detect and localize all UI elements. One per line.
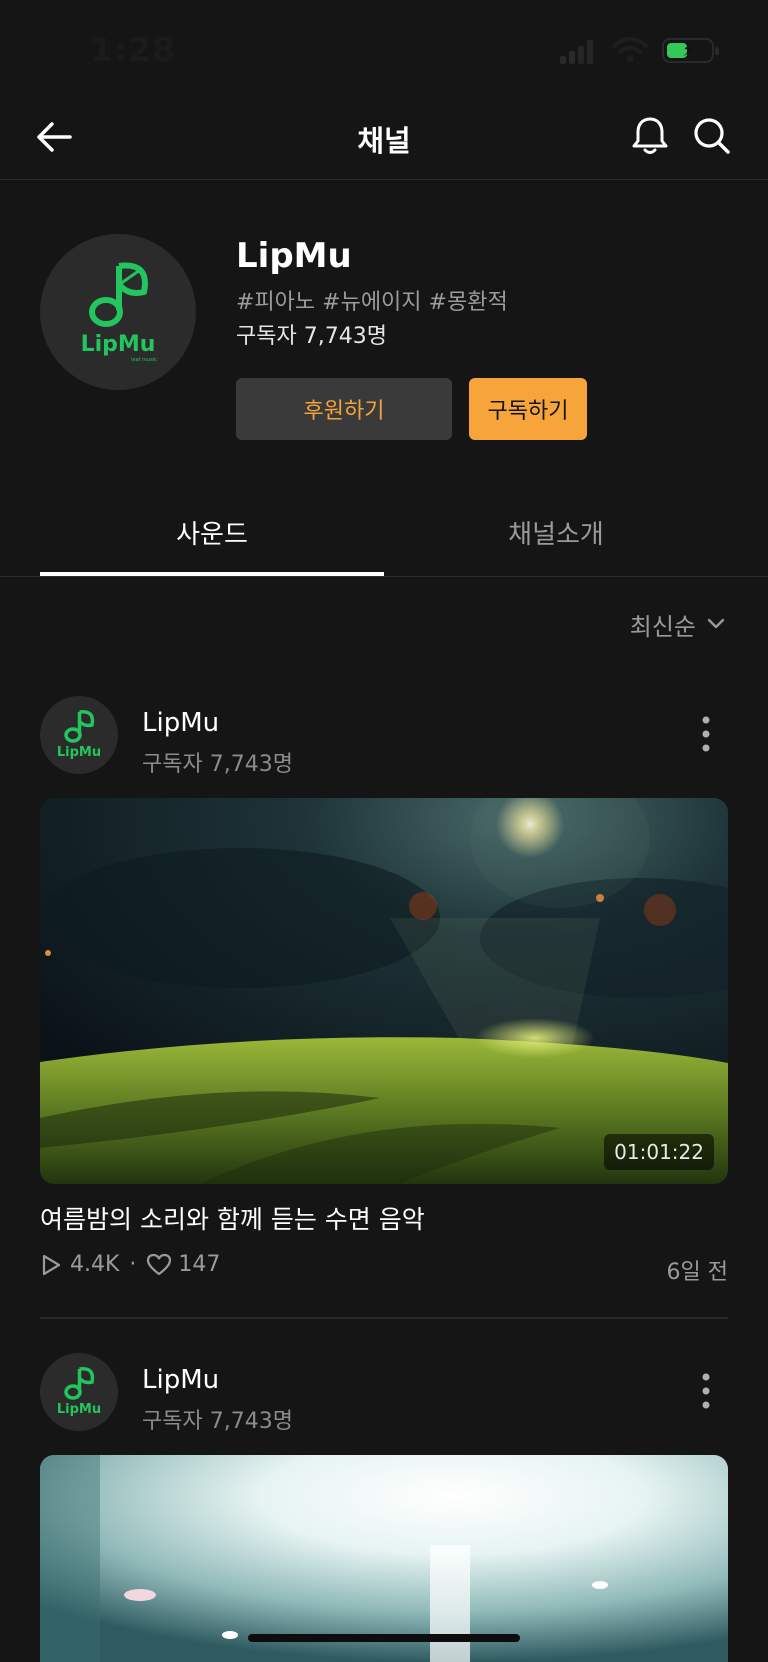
heart-icon[interactable]: [146, 1253, 172, 1277]
battery-icon: ⚡: [662, 38, 719, 63]
post-author-name[interactable]: LipMu: [142, 1365, 219, 1395]
channel-tabs: 사운드 채널소개: [0, 500, 768, 577]
play-icon: [42, 1254, 61, 1275]
chevron-down-icon: [707, 618, 725, 629]
post-time-ago: 6일 전: [666, 1260, 728, 1285]
thumbnail-image: [40, 798, 728, 1184]
thumbnail-image: [40, 1455, 728, 1662]
sort-label: 최신순: [629, 612, 696, 641]
cellular-signal-icon: [560, 40, 593, 64]
active-tab-indicator: [40, 572, 384, 576]
svg-text:LipMu: LipMu: [57, 1402, 101, 1417]
tab-channel-intro[interactable]: 채널소개: [384, 514, 728, 564]
separator-dot: ·: [129, 1252, 137, 1277]
post-author-avatar[interactable]: LipMu: [40, 1353, 118, 1431]
more-options-icon[interactable]: [694, 1371, 718, 1411]
status-bar: 1:28 ⚡: [0, 0, 768, 100]
post-title[interactable]: 여름밤의 소리와 함께 듣는 수면 음악: [40, 1200, 425, 1236]
bell-icon[interactable]: [628, 114, 672, 158]
channel-name: LipMu: [236, 236, 352, 276]
wifi-icon: [612, 37, 648, 63]
post-thumbnail[interactable]: [40, 1455, 728, 1662]
post-stats: 4.4K · 147: [40, 1252, 220, 1277]
channel-tags: #피아노 #뉴에이지 #몽환적: [236, 290, 508, 315]
svg-text:leaf music: leaf music: [131, 357, 157, 363]
post-thumbnail[interactable]: 01:01:22: [40, 798, 728, 1184]
tab-sound[interactable]: 사운드: [40, 514, 384, 564]
video-duration: 01:01:22: [604, 1134, 714, 1170]
like-count: 147: [178, 1252, 221, 1277]
post-author-subscribers: 구독자 7,743명: [142, 752, 293, 777]
channel-subscriber-count: 구독자 7,743명: [236, 324, 387, 349]
svg-text:LipMu: LipMu: [57, 745, 101, 760]
channel-avatar: LipMu leaf music: [40, 234, 196, 390]
post-author-name[interactable]: LipMu: [142, 708, 219, 738]
post-author-subscribers: 구독자 7,743명: [142, 1409, 293, 1434]
more-options-icon[interactable]: [694, 714, 718, 754]
post-divider: [40, 1317, 728, 1319]
subscribe-button[interactable]: 구독하기: [469, 378, 587, 440]
sort-dropdown[interactable]: 최신순: [600, 606, 726, 642]
sponsor-button[interactable]: 후원하기: [236, 378, 452, 440]
home-indicator[interactable]: [248, 1634, 520, 1642]
search-icon[interactable]: [690, 114, 734, 158]
status-time: 1:28: [90, 30, 177, 69]
post-author-avatar[interactable]: LipMu: [40, 696, 118, 774]
play-count: 4.4K: [70, 1252, 120, 1277]
lipmu-logo: LipMu leaf music: [81, 262, 157, 363]
top-nav: 채널: [0, 100, 768, 180]
svg-text:LipMu: LipMu: [81, 332, 156, 357]
